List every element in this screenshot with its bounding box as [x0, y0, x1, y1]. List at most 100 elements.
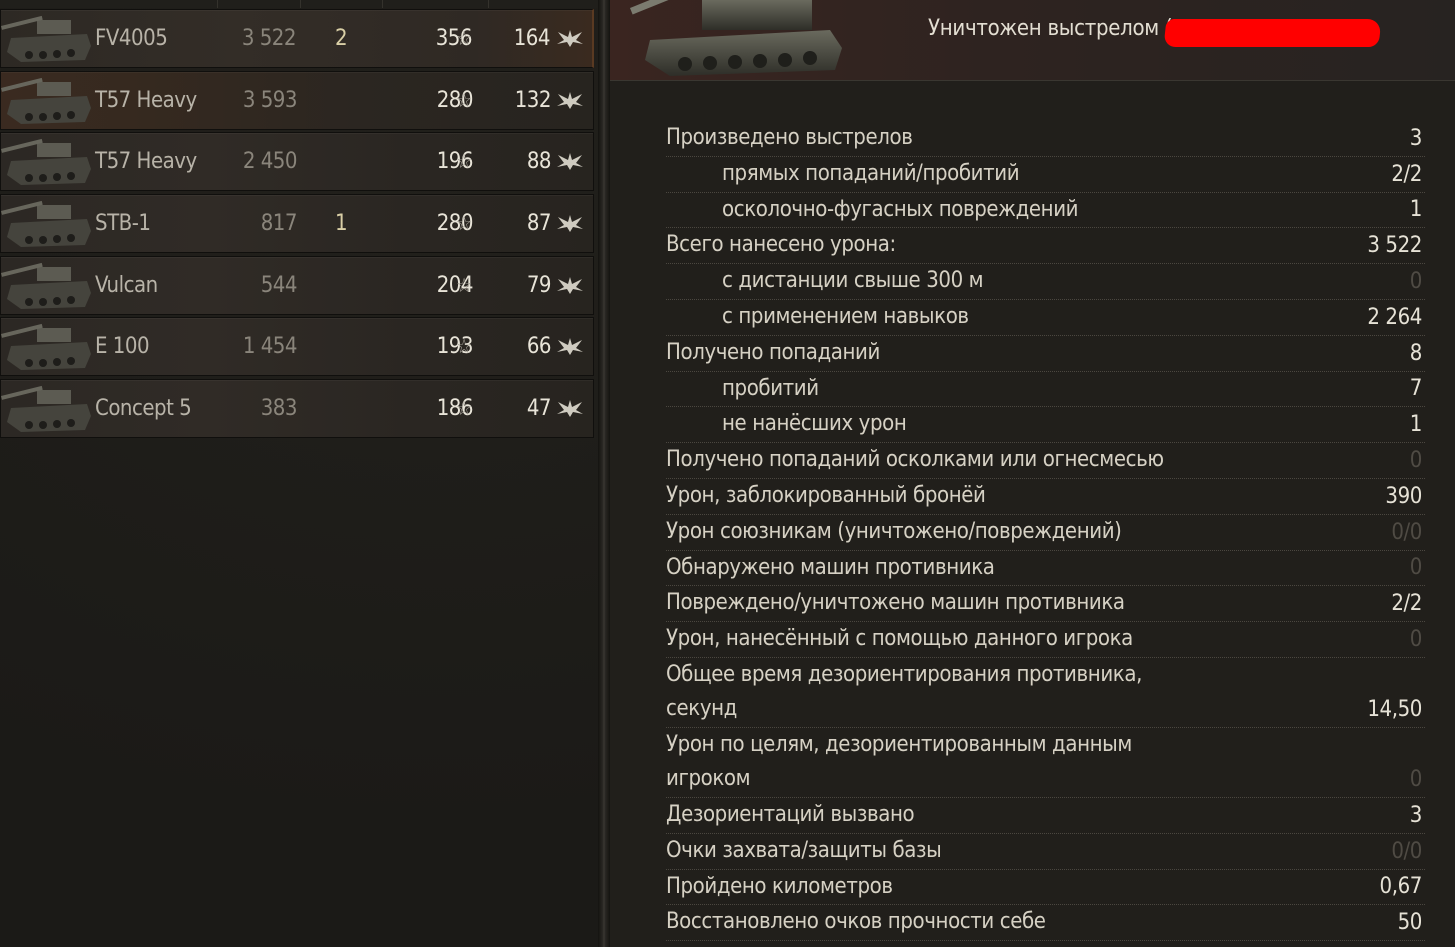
stat-row: с применением навыков 2 264	[666, 300, 1425, 336]
stat-value: 7	[1409, 376, 1423, 402]
detail-header: Уничтожен выстрелом (	[610, 0, 1455, 81]
battle-results-screen: FV4005 3 522 2 356 ☆ 164 T57 Heavy 3 593 280 ☆ 132…	[0, 0, 1455, 947]
stat-value: 0	[1409, 555, 1423, 581]
vehicle-experience: 2 450	[242, 149, 298, 175]
stat-value: 14,50	[1367, 696, 1422, 722]
tank-icon	[1, 320, 93, 373]
stat-row: Получено попаданий осколками или огнесме…	[666, 443, 1425, 479]
header-separator	[382, 0, 383, 8]
vehicle-xp: 79	[526, 272, 552, 298]
tank-icon	[1, 135, 93, 188]
tank-icon	[1, 12, 93, 65]
vehicle-kills: 2	[335, 26, 348, 51]
stat-row: Восстановлено очков прочности себе 50	[666, 905, 1425, 942]
stat-value: 3	[1409, 802, 1423, 828]
stat-label: Урон, заблокированный бронёй	[666, 482, 986, 508]
stat-row: Всего нанесено урона: 3 522	[666, 228, 1425, 265]
vehicle-experience: 383	[260, 396, 298, 422]
vehicle-experience: 817	[260, 211, 298, 237]
vehicle-row[interactable]: T57 Heavy 3 593 280 ☆ 132	[0, 70, 594, 130]
vehicle-row[interactable]: FV4005 3 522 2 356 ☆ 164	[0, 9, 594, 68]
vehicle-row[interactable]: Vulcan 544 204 ☆ 79	[0, 255, 594, 315]
stat-value: 0	[1409, 447, 1423, 473]
wings-icon	[557, 90, 583, 110]
tank-icon	[1, 197, 93, 250]
stat-label: Урон, нанесённый с помощью данного игрок…	[666, 626, 1133, 652]
vehicle-kills: 1	[335, 211, 348, 237]
stat-row: Повреждено/уничтожено машин противника 2/…	[666, 586, 1425, 623]
stat-row: Обнаружено машин противника 0	[666, 551, 1425, 587]
stat-value: 2 264	[1367, 304, 1422, 330]
stat-value: 2/2	[1391, 161, 1422, 187]
destroyed-by-label: Уничтожен выстрелом (	[928, 16, 1173, 41]
wings-icon	[557, 151, 583, 171]
wings-icon	[557, 336, 583, 356]
stat-label: Обнаружено машин противника	[666, 554, 995, 580]
stat-label: с дистанции свыше 300 м	[722, 268, 984, 294]
star-icon: ☆	[456, 396, 472, 421]
stat-value: 0/0	[1391, 838, 1422, 864]
vehicle-row[interactable]: E 100 1 454 193 ☆ 66	[0, 317, 594, 377]
stat-value: 3 522	[1367, 233, 1422, 259]
stat-value: 390	[1385, 483, 1422, 509]
tank-icon	[1, 382, 93, 435]
vehicle-row[interactable]: STB-1 817 1 280 ☆ 87	[0, 194, 594, 254]
vehicle-name: FV4005	[95, 26, 168, 51]
stat-row: Урон по целям, дезориентированным данным…	[666, 728, 1425, 798]
stat-row: Очки захвата/защиты базы 0/0	[666, 834, 1425, 870]
stat-label: Получено попаданий	[666, 339, 880, 365]
stat-label: прямых попаданий/пробитий	[722, 160, 1020, 186]
star-icon: ☆	[456, 87, 472, 112]
stat-value: 1	[1409, 412, 1423, 438]
star-icon: ☆	[456, 272, 472, 297]
vehicle-xp: 132	[514, 87, 552, 113]
header-separator	[300, 0, 301, 8]
wings-icon	[557, 275, 583, 295]
stat-row: с дистанции свыше 300 м 0	[666, 264, 1425, 300]
stat-row: не нанёсших урон 1	[666, 407, 1425, 444]
star-icon: ☆	[456, 26, 472, 50]
stat-label: Всего нанесено урона:	[666, 232, 896, 258]
vehicle-experience: 3 522	[241, 26, 297, 51]
stat-value: 0/0	[1391, 519, 1422, 545]
stat-label: Урон союзникам (уничтожено/повреждений)	[666, 518, 1122, 544]
star-icon: ☆	[456, 211, 472, 236]
vehicle-detail-panel: Уничтожен выстрелом ( Произведено выстре…	[610, 0, 1455, 947]
vehicle-name: T57 Heavy	[95, 87, 197, 113]
vehicle-xp: 47	[526, 396, 552, 422]
tank-icon	[1, 74, 93, 127]
stat-row: прямых попаданий/пробитий 2/2	[666, 157, 1425, 193]
header-separator	[488, 0, 489, 8]
stat-label: Дезориентаций вызвано	[666, 801, 915, 827]
stat-label: с применением навыков	[722, 303, 969, 329]
vehicle-rows: FV4005 3 522 2 356 ☆ 164 T57 Heavy 3 593 280 ☆ 132…	[0, 9, 594, 441]
stat-label: осколочно-фугасных повреждений	[722, 196, 1079, 222]
stat-value: 0	[1409, 766, 1423, 792]
vehicle-xp: 87	[526, 211, 552, 237]
stat-label: Пройдено километров	[666, 873, 893, 899]
stat-row: Урон, заблокированный бронёй 390	[666, 479, 1425, 515]
stat-label: пробитий	[722, 375, 819, 401]
stat-label: Повреждено/уничтожено машин противника	[666, 590, 1125, 616]
stat-label: Очки захвата/защиты базы	[666, 837, 942, 863]
vehicle-row[interactable]: Concept 5 383 186 ☆ 47	[0, 379, 594, 439]
vehicle-experience: 1 454	[242, 334, 298, 360]
team-vehicle-list: FV4005 3 522 2 356 ☆ 164 T57 Heavy 3 593 280 ☆ 132…	[0, 0, 598, 947]
wings-icon	[557, 28, 583, 48]
wings-icon	[557, 398, 583, 418]
stat-value: 3	[1409, 125, 1423, 151]
panel-divider	[598, 0, 610, 947]
stat-row: пробитий 7	[666, 372, 1425, 408]
vehicle-xp: 164	[513, 26, 551, 51]
stat-value: 0	[1409, 268, 1423, 294]
vehicle-row[interactable]: T57 Heavy 2 450 196 ☆ 88	[0, 132, 594, 192]
stat-row: Получено попаданий 8	[666, 336, 1425, 372]
stat-row: осколочно-фугасных повреждений 1	[666, 193, 1425, 229]
list-header	[0, 0, 598, 8]
vehicle-experience: 3 593	[242, 87, 298, 113]
stat-label: Получено попаданий осколками или огнесме…	[666, 447, 1164, 473]
vehicle-xp: 88	[526, 149, 552, 175]
redaction-mark	[1163, 19, 1382, 47]
stat-value: 8	[1409, 340, 1423, 366]
vehicle-experience: 544	[260, 272, 298, 298]
